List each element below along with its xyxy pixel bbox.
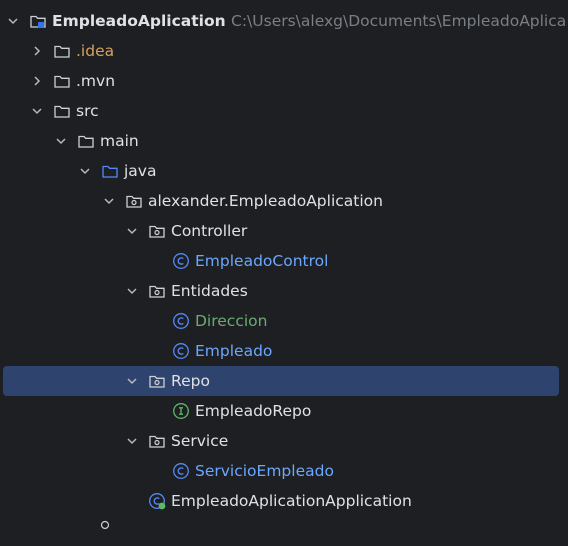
- tree-row-entidades[interactable]: Entidades: [0, 276, 568, 306]
- folder-icon: [54, 75, 70, 88]
- tree-row-app[interactable]: EmpleadoAplicationApplication: [0, 486, 568, 516]
- tree-row-empleado[interactable]: Empleado: [0, 336, 568, 366]
- tree-row-main[interactable]: main: [0, 126, 568, 156]
- chevron-down-icon[interactable]: [78, 164, 92, 178]
- class-icon: [173, 313, 189, 329]
- chevron-down-icon[interactable]: [6, 14, 20, 28]
- app-label: EmpleadoAplicationApplication: [171, 492, 412, 510]
- tree-row-partial: [0, 516, 568, 546]
- package-icon: [149, 285, 165, 298]
- tree-row-service[interactable]: Service: [0, 426, 568, 456]
- root-label: EmpleadoAplication: [52, 12, 226, 30]
- chevron-down-icon[interactable]: [102, 194, 116, 208]
- chevron-right-icon[interactable]: [30, 44, 44, 58]
- idea-label: .idea: [76, 42, 115, 60]
- class-icon: [173, 253, 189, 269]
- empleado-control-label: EmpleadoControl: [195, 252, 329, 270]
- chevron-down-icon[interactable]: [30, 104, 44, 118]
- tree-row-package[interactable]: alexander.EmpleadoAplication: [0, 186, 568, 216]
- java-label: java: [124, 162, 157, 180]
- repo-label: Repo: [171, 372, 210, 390]
- spring-boot-class-icon: [149, 493, 166, 510]
- tree-row-mvn[interactable]: .mvn: [0, 66, 568, 96]
- direccion-label: Direccion: [195, 312, 268, 330]
- chevron-down-icon[interactable]: [125, 434, 139, 448]
- chevron-down-icon[interactable]: [125, 374, 139, 388]
- service-label: Service: [171, 432, 229, 450]
- tree-row-empleado-control[interactable]: EmpleadoControl: [0, 246, 568, 276]
- entidades-label: Entidades: [171, 282, 248, 300]
- tree-row-idea[interactable]: .idea: [0, 36, 568, 66]
- package-icon: [126, 195, 142, 208]
- folder-icon: [54, 105, 70, 118]
- empleado-label: Empleado: [195, 342, 273, 360]
- tree-row-controller[interactable]: Controller: [0, 216, 568, 246]
- package-label: alexander.EmpleadoAplication: [148, 192, 383, 210]
- tree-row-src[interactable]: src: [0, 96, 568, 126]
- chevron-down-icon[interactable]: [125, 284, 139, 298]
- tree-row-root[interactable]: EmpleadoAplication C:\Users\alexg\Docume…: [0, 6, 568, 36]
- main-label: main: [100, 132, 139, 150]
- chevron-down-icon[interactable]: [54, 134, 68, 148]
- package-icon: [149, 375, 165, 388]
- class-icon: [173, 343, 189, 359]
- chevron-down-icon[interactable]: [125, 224, 139, 238]
- root-path: C:\Users\alexg\Documents\EmpleadoAplica: [231, 12, 567, 30]
- tree-row-servicio-empleado[interactable]: ServicioEmpleado: [0, 456, 568, 486]
- tree-row-empleado-repo[interactable]: EmpleadoRepo: [0, 396, 568, 426]
- mvn-label: .mvn: [76, 72, 116, 90]
- servicio-empleado-label: ServicioEmpleado: [195, 462, 334, 480]
- src-label: src: [76, 102, 99, 120]
- package-icon: [149, 225, 165, 238]
- empleado-repo-label: EmpleadoRepo: [195, 402, 312, 420]
- chevron-right-icon[interactable]: [30, 74, 44, 88]
- folder-icon: [78, 135, 94, 148]
- source-folder-icon: [102, 165, 118, 178]
- folder-icon: [54, 45, 70, 58]
- tree-row-direccion[interactable]: Direccion: [0, 306, 568, 336]
- partial-icon: [100, 520, 110, 530]
- controller-label: Controller: [171, 222, 248, 240]
- interface-icon: [173, 403, 189, 419]
- package-icon: [149, 435, 165, 448]
- tree-row-java[interactable]: java: [0, 156, 568, 186]
- module-folder-icon: [30, 15, 46, 28]
- class-icon: [173, 463, 189, 479]
- tree-row-repo[interactable]: Repo: [3, 366, 559, 396]
